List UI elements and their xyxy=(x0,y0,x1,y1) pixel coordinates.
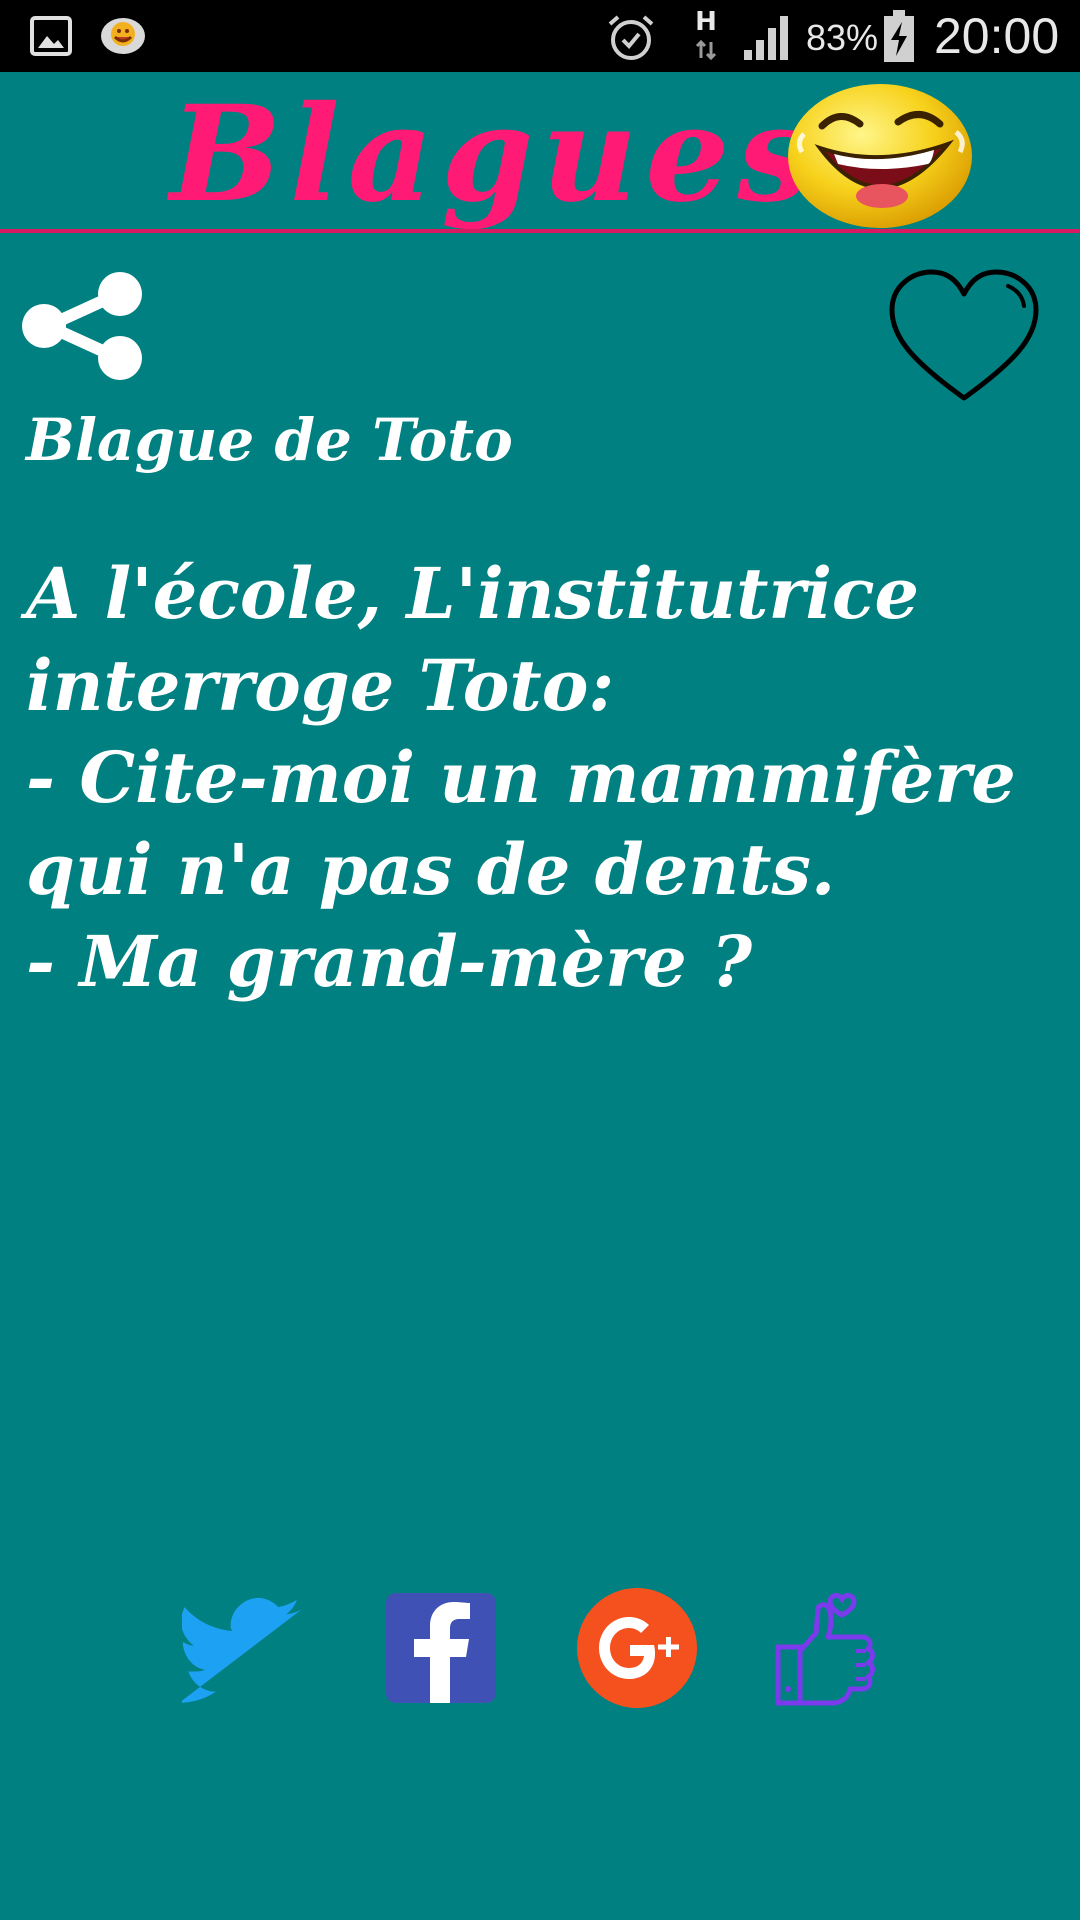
joke-line: - Ma grand-mère ? xyxy=(26,920,753,1003)
alarm-icon xyxy=(608,15,654,60)
heart-outline-icon[interactable] xyxy=(884,266,1044,406)
header-divider xyxy=(0,229,1080,233)
app-title: Blagues xyxy=(170,77,820,232)
twitter-icon[interactable] xyxy=(182,1585,308,1711)
joke-text: A l'école, L'institutrice interroge Toto… xyxy=(26,548,1066,1008)
facebook-icon[interactable] xyxy=(378,1585,504,1711)
signal-icon xyxy=(744,16,788,60)
network-type-label: H xyxy=(695,7,717,37)
joke-line: qui n'a pas de dents. xyxy=(26,828,836,911)
gallery-icon xyxy=(30,16,72,56)
social-share-bar xyxy=(0,1585,1080,1715)
status-bar: H 83% 20:00 xyxy=(0,0,1080,72)
joke-line: A l'école, L'institutrice xyxy=(26,552,920,635)
data-arrows-icon xyxy=(695,39,717,61)
laughing-face-icon xyxy=(788,84,972,228)
app-notification-icon xyxy=(101,18,145,54)
share-icon[interactable] xyxy=(20,272,146,380)
google-plus-icon[interactable] xyxy=(574,1585,700,1711)
battery-charging-icon xyxy=(884,10,914,62)
network-type-icon: H xyxy=(690,8,722,64)
joke-line: interroge Toto: xyxy=(26,644,615,727)
status-time: 20:00 xyxy=(934,8,1060,64)
thumbs-up-heart-icon[interactable] xyxy=(770,1585,896,1711)
joke-line: - Cite-moi un mammifère xyxy=(26,736,1016,819)
app-header: Blagues xyxy=(0,72,1080,232)
joke-category: Blague de Toto xyxy=(26,406,513,474)
